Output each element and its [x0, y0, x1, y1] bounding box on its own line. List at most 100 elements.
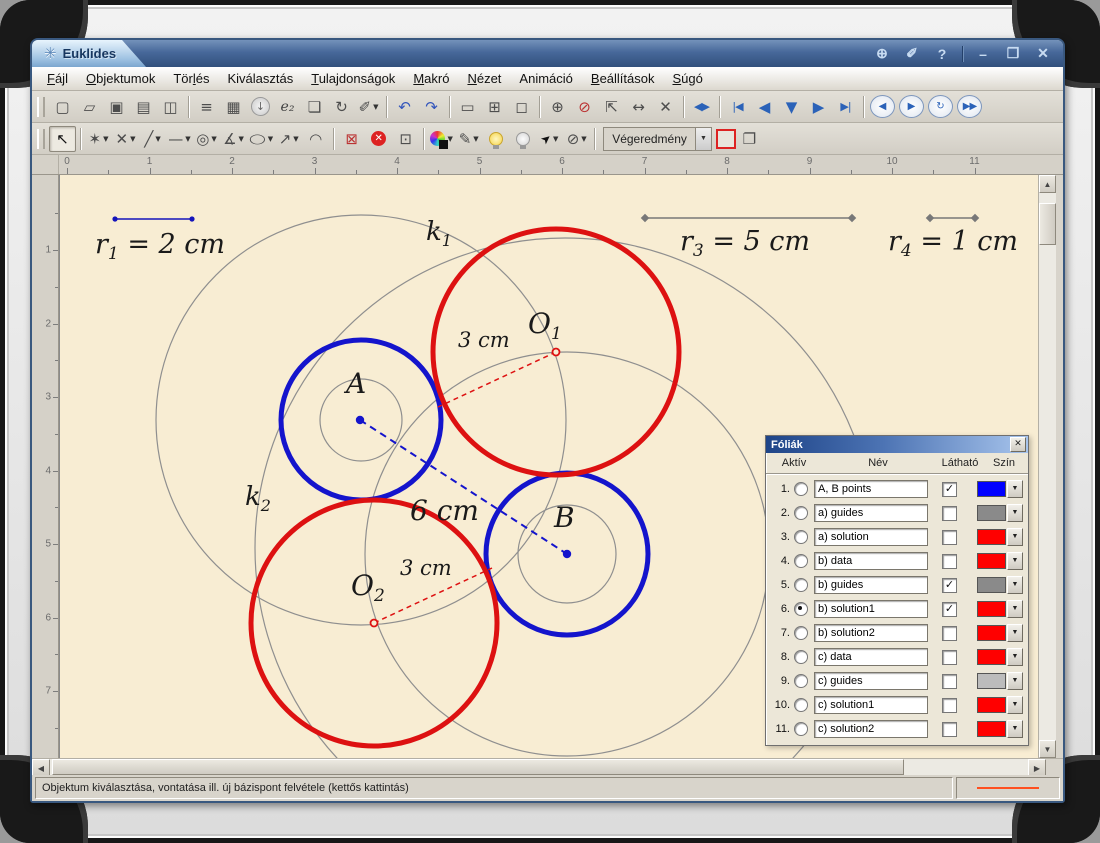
point-o2[interactable]	[371, 620, 378, 627]
vertical-scroll-thumb[interactable]	[1039, 203, 1056, 245]
layer-color-dropdown-icon[interactable]: ▼	[1007, 672, 1023, 690]
horizontal-scroll-thumb[interactable]	[52, 759, 904, 775]
help-icon[interactable]: ?	[932, 46, 952, 62]
anim-play-button[interactable]: ▶	[899, 95, 924, 118]
label-r4[interactable]: r4 = 1 cm	[888, 226, 1018, 261]
layer-color-dropdown-icon[interactable]: ▼	[1007, 720, 1023, 738]
layer-color-swatch[interactable]	[977, 553, 1006, 569]
dropdown-arrow-icon[interactable]: ▼	[130, 135, 135, 143]
dropdown-arrow-icon[interactable]: ▼	[268, 135, 273, 143]
delete-all-button[interactable]: ✕	[365, 126, 392, 152]
label-b[interactable]: B	[553, 501, 575, 534]
point-tool[interactable]: ✶▼	[85, 126, 112, 152]
title-bar[interactable]: ✳ Euklides ⊕✐?–❐✕	[32, 40, 1063, 67]
label-r3[interactable]: r3 = 5 cm	[680, 226, 810, 261]
anim-loop-button[interactable]: ↻	[928, 95, 953, 118]
layer-visible-checkbox[interactable]	[942, 674, 957, 689]
layer-color-dropdown-icon[interactable]: ▼	[1007, 480, 1023, 498]
scroll-up-icon[interactable]: ▲	[1039, 175, 1056, 193]
line-tool[interactable]: ╱▼	[139, 126, 166, 152]
layer-color-swatch[interactable]	[977, 697, 1006, 713]
layer-active-radio[interactable]	[794, 650, 808, 664]
redo-button[interactable]: ↷	[418, 94, 445, 120]
label-3cm-top[interactable]: 3 cm	[458, 328, 510, 352]
layer-color-swatch[interactable]	[977, 625, 1006, 641]
layer-color-dropdown-icon[interactable]: ▼	[1007, 648, 1023, 666]
layer-active-radio[interactable]	[794, 626, 808, 640]
color-tool[interactable]: ▼	[428, 126, 455, 152]
text-panel-button[interactable]: ≡	[193, 94, 220, 120]
layer-name-input[interactable]	[814, 504, 928, 522]
comment-button[interactable]: ❏	[301, 94, 328, 120]
menu-item-belltsok[interactable]: Beállítások	[582, 68, 664, 89]
layer-color-swatch[interactable]	[977, 505, 1006, 521]
hide-object-tool[interactable]: ⊘▼	[563, 126, 590, 152]
e2-button[interactable]: e₂	[274, 94, 301, 120]
grid-button[interactable]: ▦	[220, 94, 247, 120]
vector-tool[interactable]: ↗▼	[275, 126, 302, 152]
zoom-off-button[interactable]: ⊘	[571, 94, 598, 120]
measure-transfer-button[interactable]: ✐▼	[355, 94, 382, 120]
layer-active-radio[interactable]	[794, 722, 808, 736]
dropdown-arrow-icon[interactable]: ▼	[155, 135, 160, 143]
maximize-icon[interactable]: ❐	[1003, 45, 1023, 62]
layer-color-swatch[interactable]	[977, 481, 1006, 497]
layer-name-input[interactable]	[814, 672, 928, 690]
palette-close-icon[interactable]: ✕	[1010, 437, 1026, 452]
layer-active-radio[interactable]	[794, 554, 808, 568]
menu-item-objektumok[interactable]: Objektumok	[77, 68, 164, 89]
layer-active-radio[interactable]	[794, 506, 808, 520]
layer-visible-checkbox[interactable]	[942, 530, 957, 545]
delete-point-button[interactable]: ⊠	[338, 126, 365, 152]
point-o1[interactable]	[553, 349, 560, 356]
anim-back-button[interactable]: ◀	[870, 95, 895, 118]
menu-item-nzet[interactable]: Nézet	[458, 68, 510, 89]
layer-color-dropdown-icon[interactable]: ▼	[1007, 600, 1023, 618]
nav-first-button[interactable]: |◀	[724, 94, 751, 120]
point-a[interactable]	[356, 416, 364, 424]
select-multi-button[interactable]: ◻	[508, 94, 535, 120]
layer-name-input[interactable]	[814, 480, 928, 498]
collapse-button[interactable]: ✕	[652, 94, 679, 120]
layer-name-input[interactable]	[814, 552, 928, 570]
layer-name-input[interactable]	[814, 648, 928, 666]
open-button[interactable]: ▱	[76, 94, 103, 120]
layer-color-dropdown-icon[interactable]: ▼	[1007, 624, 1023, 642]
layer-name-input[interactable]	[814, 624, 928, 642]
menu-item-trls[interactable]: Törlés	[164, 68, 218, 89]
menu-item-fjl[interactable]: Fájl	[38, 68, 77, 89]
dropdown-arrow-icon[interactable]: ▼	[185, 135, 190, 143]
menu-item-tulajdonsgok[interactable]: Tulajdonságok	[302, 68, 404, 89]
bulb-off-button[interactable]	[509, 126, 536, 152]
dropdown-arrow-icon[interactable]: ▼	[581, 135, 586, 143]
menu-item-animci[interactable]: Animáció	[510, 68, 581, 89]
dropdown-arrow-icon[interactable]: ▼	[373, 103, 378, 111]
layer-active-radio[interactable]	[794, 674, 808, 688]
layer-active-radio[interactable]	[794, 482, 808, 496]
undo-button[interactable]: ↶	[391, 94, 418, 120]
dropdown-arrow-icon[interactable]: ▼	[473, 135, 478, 143]
nav-last-button[interactable]: ▶|	[832, 94, 859, 120]
layer-color-dropdown-icon[interactable]: ▼	[1007, 552, 1023, 570]
segment-tool[interactable]: —▼	[166, 126, 193, 152]
label-k2[interactable]: k2	[245, 482, 271, 515]
conic-tool[interactable]: ◯▼	[247, 126, 275, 152]
intersection-tool[interactable]: ✕▼	[112, 126, 139, 152]
print-button[interactable]: ▤	[130, 94, 157, 120]
layer-visible-checkbox[interactable]: ✓	[942, 602, 957, 617]
layer-color-swatch[interactable]	[977, 673, 1006, 689]
pen-style-tool[interactable]: ✎▼	[455, 126, 482, 152]
single-layer-button[interactable]	[716, 129, 736, 149]
layer-active-radio[interactable]	[794, 578, 808, 592]
fit-width-button[interactable]: ↔	[625, 94, 652, 120]
layer-color-dropdown-icon[interactable]: ▼	[1007, 696, 1023, 714]
measure-r4-endpoint[interactable]	[926, 214, 934, 222]
select-add-button[interactable]: ⊞	[481, 94, 508, 120]
swap-pages-button[interactable]: ◀▶	[688, 94, 715, 120]
horizontal-scrollbar[interactable]: ◀ ▶	[32, 758, 1063, 775]
layer-visible-checkbox[interactable]	[942, 698, 957, 713]
minimize-icon[interactable]: –	[973, 46, 993, 62]
label-o2[interactable]: O2	[351, 569, 385, 606]
layer-name-input[interactable]	[814, 576, 928, 594]
new-document-button[interactable]: ▢	[49, 94, 76, 120]
